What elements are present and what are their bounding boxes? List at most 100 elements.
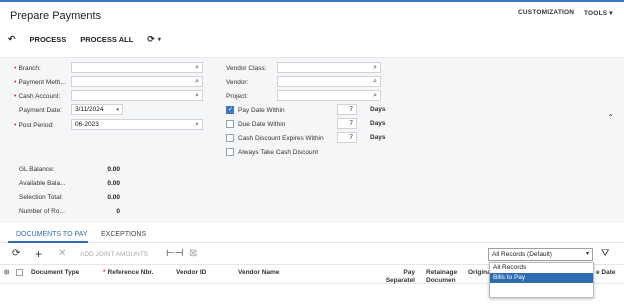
selection-total-label: Selection Total: (19, 194, 63, 201)
column-retainage-line1: Retainage (426, 269, 458, 276)
project-row: Project: (226, 90, 248, 102)
filter-select[interactable]: All Records (Default) ▾ (488, 248, 593, 261)
always-take-checkbox[interactable] (226, 148, 234, 156)
tab-bar: DOCUMENTS TO PAY EXCEPTIONS (0, 223, 624, 243)
project-input[interactable]: ⌕ (277, 90, 381, 101)
gl-balance-label: GL Balance: (19, 166, 55, 173)
vendor-class-input[interactable]: ⌕ (277, 62, 381, 73)
tab-documents-to-pay[interactable]: DOCUMENTS TO PAY (16, 231, 87, 238)
due-date-within-label: Due Date Within (238, 120, 286, 128)
payment-method-row: • Payment Meth... (14, 78, 66, 86)
search-icon[interactable]: ⌕ (195, 120, 199, 129)
payment-date-label: Payment Date: (19, 106, 62, 114)
customization-menu[interactable]: CUSTOMIZATION (518, 9, 574, 16)
column-reference-nbr[interactable]: * Reference Nbr. (103, 269, 153, 277)
select-all-checkbox[interactable] (16, 269, 27, 279)
search-icon[interactable]: ⌕ (195, 91, 199, 100)
undo-icon[interactable]: ↶ (8, 34, 16, 45)
pay-date-within-row: Pay Date Within (226, 104, 285, 116)
vendor-class-row: Vendor Class: (226, 62, 266, 74)
cash-discount-checkbox[interactable] (226, 134, 234, 142)
column-original[interactable]: Origina (468, 269, 491, 277)
row-settings-icon[interactable]: ⊞ (4, 269, 9, 277)
tools-menu[interactable]: TOOLS ▾ (584, 9, 613, 17)
delete-row-icon[interactable]: ✕ (58, 248, 66, 259)
option-bills-to-pay[interactable]: Bills to Pay (490, 273, 593, 283)
cash-account-row: • Cash Account: (14, 92, 61, 100)
always-take-label: Always Take Cash Discount (238, 148, 319, 156)
add-row-icon[interactable]: + (35, 247, 42, 261)
days-label: Days (370, 106, 386, 113)
payment-date-row: Payment Date: (19, 104, 62, 116)
chevron-down-icon[interactable]: ▾ (116, 106, 119, 115)
filter-icon[interactable]: ⛛ (601, 248, 609, 259)
cash-discount-value[interactable]: 7 (337, 132, 357, 143)
search-icon[interactable]: ⌕ (373, 77, 377, 86)
selection-total-value: 0.00 (107, 194, 120, 201)
pay-date-within-label: Pay Date Within (238, 106, 285, 114)
vendor-input[interactable]: ⌕ (277, 76, 381, 87)
add-joint-amounts-button[interactable]: ADD JOINT AMOUNTS (80, 251, 148, 258)
search-icon[interactable]: ⌕ (373, 63, 377, 72)
available-balance-value: 0.00 (107, 180, 120, 187)
option-all-records[interactable]: All Records (490, 263, 593, 273)
cash-account-label: Cash Account: (18, 92, 61, 100)
days-label: Days (370, 120, 386, 127)
header-bar: Prepare Payments CUSTOMIZATION TOOLS ▾ ↶… (0, 0, 624, 58)
vendor-class-label: Vendor Class: (226, 64, 267, 72)
payment-method-input[interactable]: ⌕ (71, 76, 203, 87)
refresh-dropdown-icon[interactable]: ⟳ ▾ (147, 34, 161, 45)
branch-label: Branch: (18, 64, 41, 72)
payment-date-value: 3/11/2024 (75, 106, 104, 113)
column-document-type[interactable]: Document Type (31, 269, 79, 277)
toolbar: ↶ PROCESS PROCESS ALL ⟳ ▾ (8, 32, 175, 46)
filter-dropdown-list: All Records Bills to Pay (489, 262, 594, 298)
post-period-input[interactable]: 06-2023 ⌕ (71, 119, 203, 130)
column-due-date[interactable]: e Date (596, 269, 616, 277)
post-period-row: • Post Period: (14, 121, 54, 129)
post-period-label: Post Period: (18, 121, 54, 129)
column-reference-nbr-label: Reference Nbr. (107, 269, 154, 276)
pay-date-within-value[interactable]: 7 (337, 104, 357, 115)
process-all-button[interactable]: PROCESS ALL (80, 35, 133, 44)
due-date-within-row: Due Date Within (226, 118, 285, 130)
search-icon[interactable]: ⌕ (195, 77, 199, 86)
cash-discount-row: Cash Discount Expires Within (226, 132, 324, 144)
vendor-label: Vendor: (226, 78, 249, 86)
tab-exceptions[interactable]: EXCEPTIONS (101, 231, 146, 238)
search-icon[interactable]: ⌕ (195, 63, 199, 72)
fit-columns-icon[interactable]: ⊢⊣ (166, 248, 183, 259)
post-period-value: 06-2023 (75, 121, 99, 128)
collapse-icon[interactable]: ⌃ (607, 113, 614, 122)
column-retainage-document[interactable]: Retainage Documen (426, 269, 457, 285)
number-of-rows-label: Number of Ro... (19, 208, 65, 215)
column-pay-separately-line1: Pay (403, 269, 415, 276)
project-label: Project: (226, 92, 249, 100)
branch-input[interactable]: ⌕ (71, 62, 203, 73)
column-pay-separately[interactable]: Pay Separatel (385, 269, 415, 285)
page-title: Prepare Payments (10, 10, 102, 22)
number-of-rows-value: 0 (116, 208, 120, 215)
column-vendor-id[interactable]: Vendor ID (176, 269, 206, 277)
column-pay-separately-line2: Separatel (385, 277, 415, 284)
always-take-row: Always Take Cash Discount (226, 146, 318, 158)
refresh-icon[interactable]: ⟳ (12, 248, 20, 259)
process-button[interactable]: PROCESS (30, 35, 67, 44)
payment-date-input[interactable]: 3/11/2024 ▾ (71, 104, 123, 115)
column-vendor-name[interactable]: Vendor Name (238, 269, 280, 277)
payment-method-label: Payment Meth... (18, 78, 66, 86)
accent-line (0, 0, 624, 2)
due-date-within-checkbox[interactable] (226, 120, 234, 128)
vendor-row: Vendor: (226, 76, 248, 88)
cash-account-input[interactable]: ⌕ (71, 90, 203, 101)
gl-balance-value: 0.00 (107, 166, 120, 173)
search-icon[interactable]: ⌕ (373, 91, 377, 100)
filter-select-value: All Records (Default) (492, 251, 552, 258)
column-retainage-line2: Documen (426, 277, 456, 284)
export-excel-icon[interactable]: ⊠ (189, 248, 197, 259)
branch-row: • Branch: (14, 64, 41, 72)
due-date-within-value[interactable]: 7 (337, 118, 357, 129)
cash-discount-label: Cash Discount Expires Within (238, 134, 324, 142)
pay-date-within-checkbox[interactable] (226, 106, 234, 114)
chevron-down-icon[interactable]: ▾ (586, 249, 589, 260)
